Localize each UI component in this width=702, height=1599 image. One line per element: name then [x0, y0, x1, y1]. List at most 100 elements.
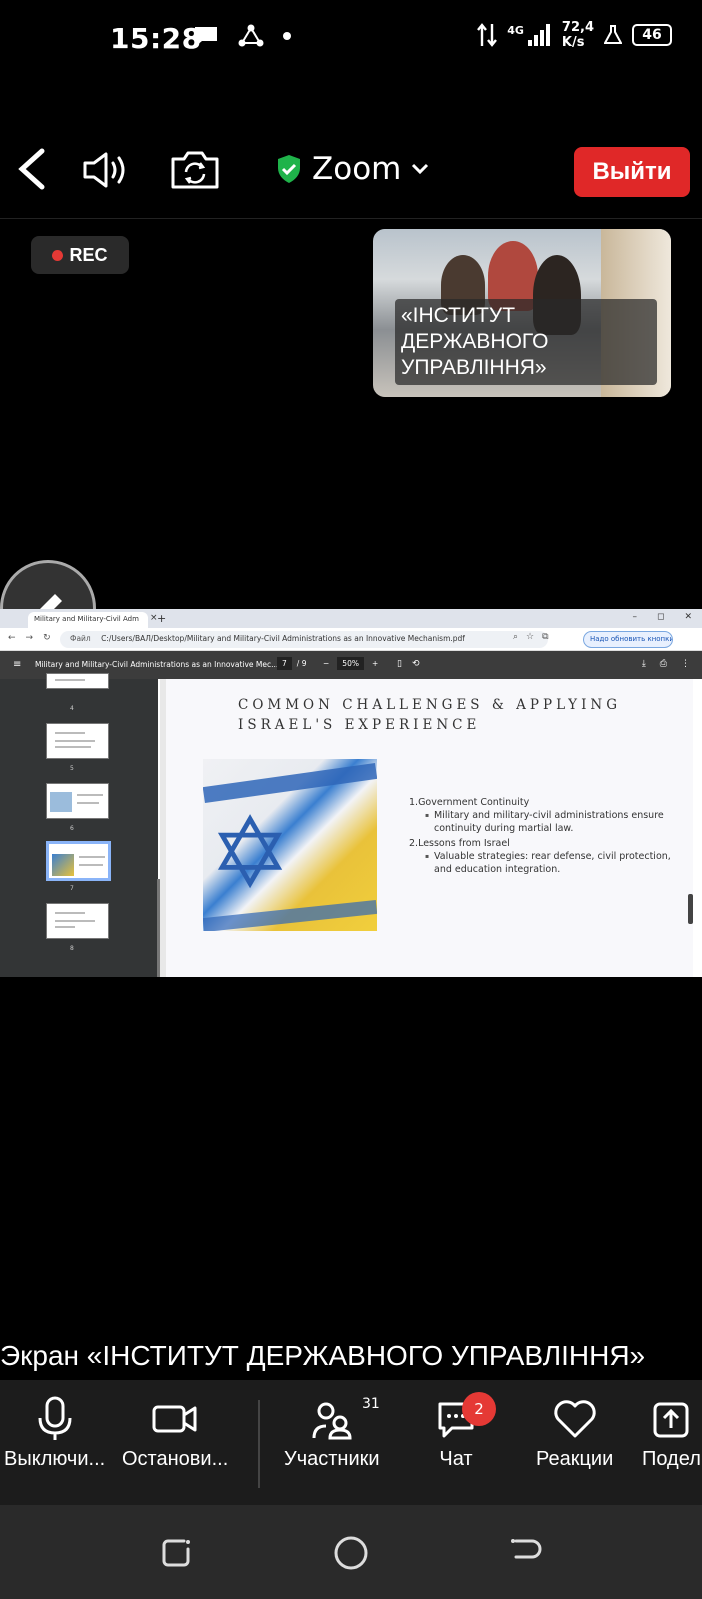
data-transfer-icon [477, 23, 498, 47]
stop-video-button[interactable]: Останови... [122, 1396, 228, 1471]
meeting-title-dropdown[interactable]: Zoom [276, 151, 429, 187]
recording-indicator: REC [31, 236, 129, 274]
download-icon[interactable]: ⤓ [642, 659, 646, 669]
page-number: 6 [70, 825, 74, 832]
browser-tab[interactable]: Military and Military-Civil Adm [28, 612, 148, 628]
minimize-icon[interactable]: – [632, 612, 637, 622]
thumb-image [52, 854, 74, 876]
browser-tab-bar: Military and Military-Civil Adm × + – ◻ … [0, 609, 702, 628]
participants-count: 31 [362, 1396, 380, 1412]
pdf-slide: COMMON CHALLENGES & APPLYING ISRAEL'S EX… [166, 679, 693, 977]
thumb-image [50, 792, 72, 812]
israel-ukraine-flag-image: ✡ [203, 759, 377, 931]
recent-apps-icon[interactable] [158, 1535, 194, 1571]
participant-video-tile[interactable]: «ІНСТИТУТ ДЕРЖАВНОГО УПРАВЛІННЯ» [373, 229, 671, 397]
url-field[interactable]: Файл C:/Users/ВАЛ/Desktop/Military and M… [60, 631, 548, 648]
back-nav-icon[interactable] [508, 1535, 544, 1571]
url-scheme-label: Файл [70, 634, 91, 643]
pdf-zoom-controls: − 50% + [323, 657, 378, 670]
speaker-button[interactable] [82, 150, 130, 194]
page-number: 7 [70, 885, 74, 892]
address-bar-icons: ⌕ ☆ ⧉ [513, 632, 549, 642]
mute-label: Выключи... [4, 1448, 106, 1470]
pdf-title: Military and Military-Civil Administrati… [35, 660, 279, 669]
maximize-icon[interactable]: ◻ [657, 612, 664, 622]
home-icon[interactable] [333, 1535, 369, 1571]
page-thumbnail-selected[interactable] [46, 841, 111, 881]
bullet-heading: 1.Government Continuity [409, 797, 530, 808]
microphone-icon [38, 1396, 72, 1440]
screen-share-label: Экран «ІНСТИТУТ ДЕРЖАВНОГО УПРАВЛІННЯ» [0, 1340, 646, 1371]
chat-label: Чат [439, 1448, 473, 1470]
reactions-button[interactable]: Реакции [536, 1396, 613, 1471]
page-number: 8 [70, 945, 74, 952]
forward-arrow-icon[interactable]: → [26, 633, 34, 643]
zoom-lens-icon[interactable]: ⌕ [513, 632, 518, 642]
participant-name: «ІНСТИТУТ ДЕРЖАВНОГО УПРАВЛІННЯ» [395, 299, 657, 385]
page-number: 4 [70, 705, 74, 712]
extensions-icon[interactable]: ⧉ [542, 632, 548, 642]
reload-icon[interactable]: ↻ [43, 633, 51, 643]
share-screen-button[interactable]: Подел [642, 1396, 701, 1471]
pdf-page-total: / 9 [296, 659, 307, 668]
pdf-menu-icon[interactable]: ≡ [13, 659, 21, 670]
system-nav-bar [0, 1505, 702, 1599]
toolbar-separator [258, 1400, 260, 1488]
record-dot-icon [52, 249, 64, 261]
participants-label: Участники [284, 1448, 380, 1470]
signal-icon [527, 24, 550, 46]
close-window-icon[interactable]: ✕ [684, 612, 692, 622]
meeting-toolbar: Выключи... Останови... Участники 31 Чат … [0, 1380, 702, 1505]
flask-icon [604, 25, 622, 44]
header-divider [0, 218, 702, 219]
pdf-zoom-input[interactable]: 50% [337, 657, 364, 670]
pdf-page-input[interactable]: 7 [277, 657, 292, 670]
rotate-icon[interactable]: ⟲ [412, 659, 420, 669]
zoom-out-icon[interactable]: − [323, 659, 329, 668]
switch-camera-icon [171, 151, 219, 189]
more-dot-icon [283, 32, 291, 40]
pdf-actions: ⤓ ⎙ ⋮ [642, 659, 690, 669]
switch-camera-button[interactable] [170, 150, 220, 194]
page-thumbnail[interactable] [46, 723, 109, 759]
chat-unread-badge: 2 [462, 1392, 496, 1426]
page-thumbnail[interactable] [46, 673, 109, 689]
url-text: C:/Users/ВАЛ/Desktop/Military and Milita… [101, 634, 465, 643]
page-thumbnail[interactable] [46, 903, 109, 939]
chevron-left-icon [18, 148, 45, 190]
stop-video-label: Останови... [122, 1448, 229, 1470]
main-scrollbar[interactable] [688, 894, 693, 924]
slide-title: COMMON CHALLENGES & APPLYING ISRAEL'S EX… [238, 697, 622, 733]
slide-bullets: 1.Government Continuity Military and mil… [409, 794, 685, 876]
pdf-thumbnail-sidebar: 4 5 6 7 8 [0, 673, 160, 977]
browser-nav: ← → ↻ [8, 633, 51, 643]
shield-check-icon [278, 155, 300, 183]
page-thumbnail[interactable] [46, 783, 109, 819]
network-type: 4G [507, 24, 524, 37]
speaker-icon [83, 152, 125, 188]
status-notification-icons [192, 24, 292, 48]
leave-meeting-button[interactable]: Выйти [574, 147, 690, 197]
bullet-text: Valuable strategies: rear defense, civil… [425, 850, 685, 876]
update-chrome-button[interactable]: Надо обновить кнопки Chrome [583, 631, 673, 648]
bullet-text: Military and military-civil administrati… [425, 809, 685, 835]
more-vert-icon[interactable]: ⋮ [681, 659, 690, 669]
window-controls: – ◻ ✕ [632, 612, 692, 622]
shared-screen: Military and Military-Civil Adm × + – ◻ … [0, 609, 702, 977]
print-icon[interactable]: ⎙ [660, 659, 667, 669]
bullet-heading: 2.Lessons from Israel [409, 838, 510, 849]
mute-button[interactable]: Выключи... [4, 1396, 105, 1471]
zoom-in-icon[interactable]: + [372, 659, 378, 668]
back-arrow-icon[interactable]: ← [8, 633, 16, 643]
pdf-main-view: COMMON CHALLENGES & APPLYING ISRAEL'S EX… [160, 679, 693, 977]
star-of-david-icon: ✡ [209, 797, 292, 911]
browser-address-bar: ← → ↻ Файл C:/Users/ВАЛ/Desktop/Military… [0, 628, 702, 651]
new-tab-icon[interactable]: + [157, 612, 166, 625]
fit-page-icon[interactable]: ▯ [397, 659, 402, 669]
back-button[interactable] [14, 147, 50, 195]
share-network-icon [238, 24, 264, 47]
bookmark-star-icon[interactable]: ☆ [526, 632, 534, 642]
meeting-title: Zoom [312, 151, 402, 187]
network-speed: 72,4 K/s [561, 20, 594, 50]
status-right: 4G 72,4 K/s 46 [477, 20, 672, 50]
